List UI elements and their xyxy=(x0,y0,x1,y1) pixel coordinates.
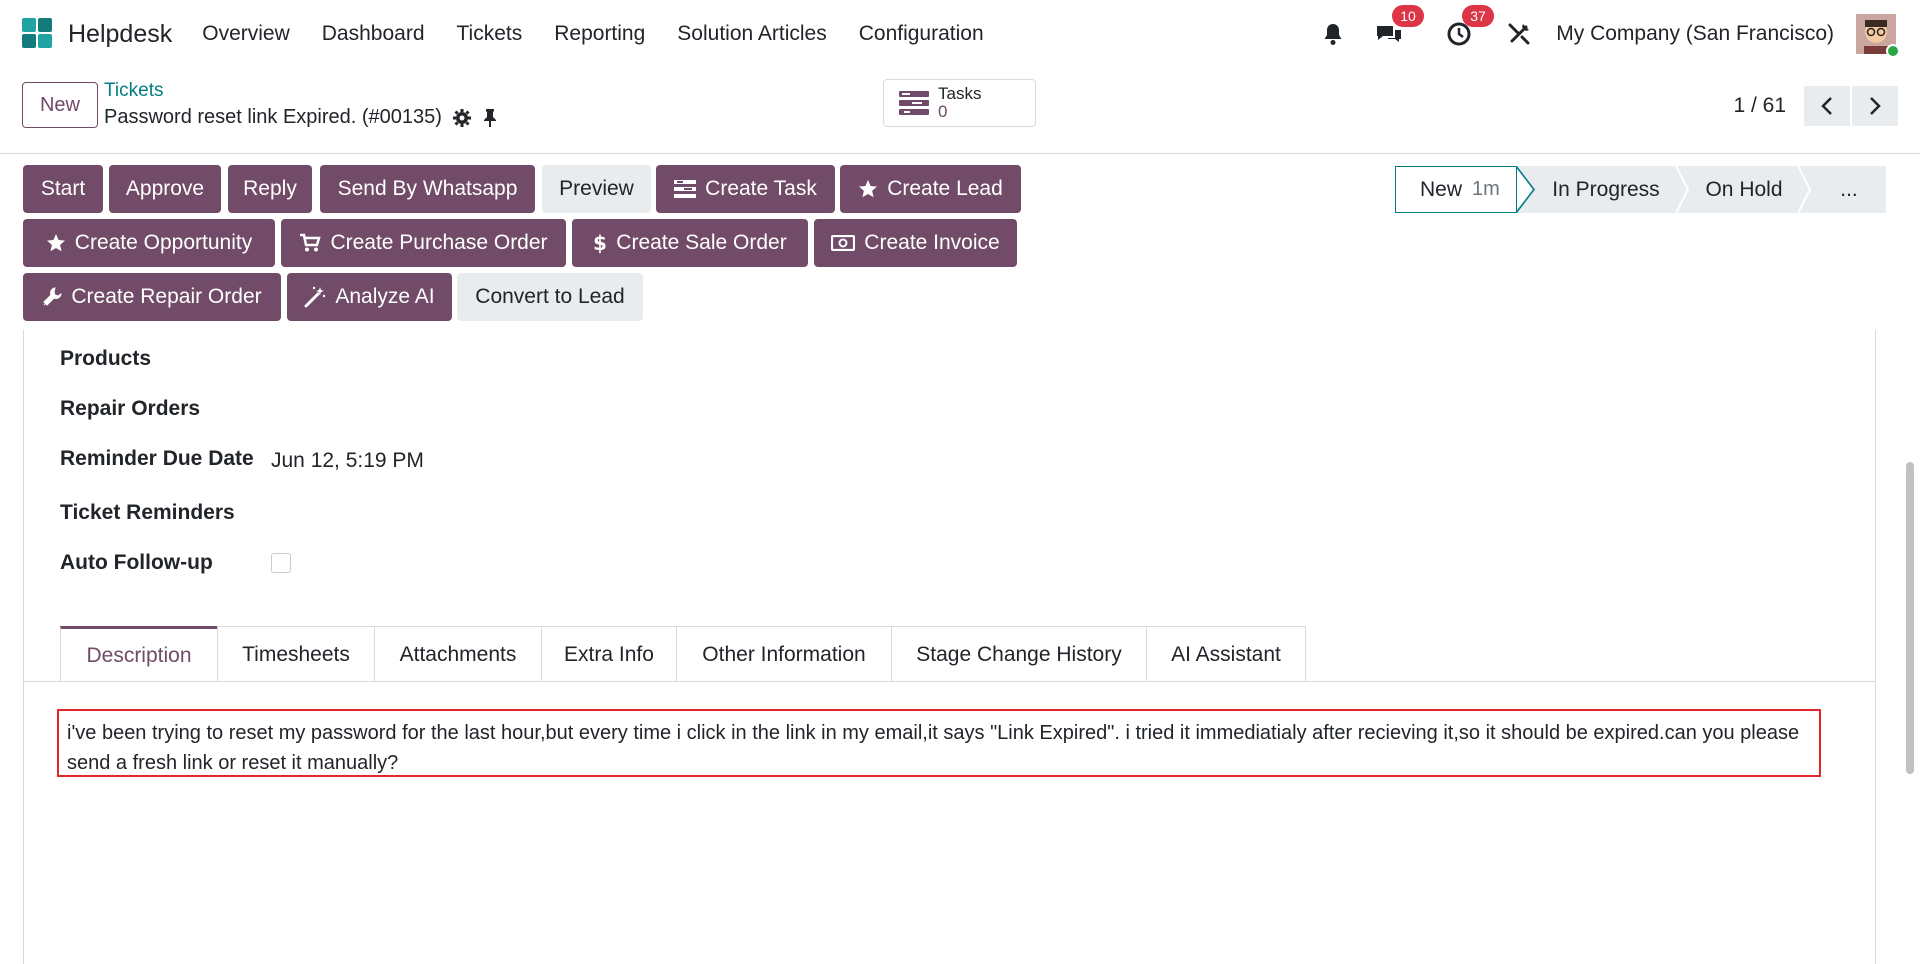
user-avatar[interactable] xyxy=(1856,14,1900,58)
send-by-whatsapp-button[interactable]: Send By Whatsapp xyxy=(320,165,535,213)
online-status-dot xyxy=(1886,44,1900,58)
create-repair-order-label: Create Repair Order xyxy=(71,285,262,308)
star-icon xyxy=(46,233,66,253)
repair-orders-label: Repair Orders xyxy=(60,397,201,420)
create-task-label: Create Task xyxy=(705,177,817,200)
notifications-bell[interactable] xyxy=(1318,19,1348,49)
tab-description[interactable]: Description xyxy=(60,626,218,682)
tab-timesheets[interactable]: Timesheets xyxy=(217,626,375,682)
tab-stage-change-history[interactable]: Stage Change History xyxy=(891,626,1147,682)
notebook-tabs: Description Timesheets Attachments Extra… xyxy=(60,626,1306,682)
tabs-divider xyxy=(24,681,1876,682)
pager-value[interactable]: 1 / 61 xyxy=(1733,94,1786,118)
record-pager: 1 / 61 xyxy=(1733,86,1898,126)
chevron-left-icon xyxy=(1821,97,1832,115)
tab-ai-assistant[interactable]: AI Assistant xyxy=(1146,626,1306,682)
app-brand[interactable]: Helpdesk xyxy=(22,18,172,50)
auto-followup-label: Auto Follow-up xyxy=(60,551,213,574)
menu-dashboard[interactable]: Dashboard xyxy=(322,22,425,46)
company-switcher[interactable]: My Company (San Francisco) xyxy=(1556,22,1834,46)
create-opportunity-label: Create Opportunity xyxy=(74,231,253,254)
create-repair-order-button[interactable]: Create Repair Order xyxy=(23,273,281,321)
tab-extra-info[interactable]: Extra Info xyxy=(541,626,677,682)
tasks-count: 0 xyxy=(938,102,948,121)
new-record-button[interactable]: New xyxy=(22,82,98,128)
stage-more-dropdown[interactable]: ... xyxy=(1812,166,1886,213)
page-scrollbar[interactable] xyxy=(1906,462,1914,774)
create-opportunity-button[interactable]: Create Opportunity xyxy=(23,219,275,267)
messages-button[interactable]: 10 xyxy=(1374,5,1424,49)
ticket-reminders-label: Ticket Reminders xyxy=(60,501,235,524)
analyze-ai-label: Analyze AI xyxy=(335,285,435,308)
tasks-smart-button[interactable]: Tasks 0 xyxy=(883,79,1036,127)
analyze-ai-button[interactable]: Analyze AI xyxy=(287,273,452,321)
reply-button[interactable]: Reply xyxy=(228,165,312,213)
create-task-button[interactable]: Create Task xyxy=(656,165,835,213)
reminder-due-date-field[interactable]: Jun 12, 5:19 PM xyxy=(271,449,424,473)
create-purchase-order-label: Create Purchase Order xyxy=(330,231,548,254)
create-purchase-order-button[interactable]: Create Purchase Order xyxy=(281,219,566,267)
svg-text:$: $ xyxy=(593,232,607,254)
preview-button[interactable]: Preview xyxy=(542,165,651,213)
tools-icon xyxy=(1508,23,1530,45)
dollar-icon: $ xyxy=(593,232,607,254)
stage-new-label: New xyxy=(1420,177,1463,201)
stage-arrow xyxy=(1676,166,1690,213)
tab-other-information[interactable]: Other Information xyxy=(676,626,892,682)
menu-tickets[interactable]: Tickets xyxy=(457,22,523,46)
menu-overview[interactable]: Overview xyxy=(202,22,290,46)
wrench-icon xyxy=(42,287,62,307)
bell-icon xyxy=(1324,24,1342,45)
chevron-right-icon xyxy=(1870,97,1881,115)
menu-solution-articles[interactable]: Solution Articles xyxy=(677,22,826,46)
convert-to-lead-button[interactable]: Convert to Lead xyxy=(457,273,643,321)
tasks-label: Tasks xyxy=(938,84,982,103)
stage-in-progress[interactable]: In Progress xyxy=(1536,166,1676,213)
stage-statusbar: New 1m In Progress On Hold ... xyxy=(1395,166,1886,213)
create-lead-button[interactable]: Create Lead xyxy=(840,165,1021,213)
auto-followup-checkbox[interactable] xyxy=(271,553,291,573)
reminder-due-date-label: Reminder Due Date xyxy=(60,447,254,470)
stage-arrow xyxy=(1516,166,1536,213)
helpdesk-logo-icon xyxy=(22,18,54,50)
tasks-icon xyxy=(899,91,929,115)
activities-button[interactable]: 37 xyxy=(1444,5,1494,49)
approve-button[interactable]: Approve xyxy=(109,165,221,213)
menu-configuration[interactable]: Configuration xyxy=(859,22,984,46)
money-bill-icon xyxy=(831,235,856,251)
activities-badge: 37 xyxy=(1462,5,1494,27)
main-menu: Overview Dashboard Tickets Reporting Sol… xyxy=(202,22,1015,46)
products-label: Products xyxy=(60,347,152,370)
create-invoice-label: Create Invoice xyxy=(864,231,1000,254)
tasks-icon xyxy=(674,180,697,198)
magic-wand-icon xyxy=(304,286,326,308)
control-panel: New Tickets Password reset link Expired.… xyxy=(0,68,1920,154)
stage-on-hold[interactable]: On Hold xyxy=(1690,166,1798,213)
app-name: Helpdesk xyxy=(68,19,173,48)
debug-tools-button[interactable] xyxy=(1504,19,1534,49)
create-invoice-button[interactable]: Create Invoice xyxy=(814,219,1017,267)
tab-attachments[interactable]: Attachments xyxy=(374,626,542,682)
create-lead-label: Create Lead xyxy=(887,177,1003,200)
pin-icon[interactable] xyxy=(482,108,498,128)
systray: 10 37 My Company (San Francisco) xyxy=(1318,0,1920,68)
stage-arrow xyxy=(1798,166,1812,213)
record-breadcrumb: Password reset link Expired. (#00135) xyxy=(104,106,498,129)
stage-new[interactable]: New 1m xyxy=(1395,166,1517,213)
pager-next-button[interactable] xyxy=(1852,86,1898,126)
create-sale-order-label: Create Sale Order xyxy=(616,231,787,254)
start-button[interactable]: Start xyxy=(23,165,103,213)
create-sale-order-button[interactable]: $ Create Sale Order xyxy=(572,219,808,267)
messages-badge: 10 xyxy=(1392,5,1424,27)
shopping-cart-icon xyxy=(299,233,322,253)
menu-reporting[interactable]: Reporting xyxy=(554,22,645,46)
star-icon xyxy=(858,179,878,199)
top-navbar: Helpdesk Overview Dashboard Tickets Repo… xyxy=(0,0,1920,68)
description-editor[interactable]: i've been trying to reset my password fo… xyxy=(57,709,1821,777)
record-title: Password reset link Expired. (#00135) xyxy=(104,106,442,128)
gear-icon[interactable] xyxy=(452,108,472,128)
pager-previous-button[interactable] xyxy=(1804,86,1850,126)
stage-duration: 1m xyxy=(1472,178,1500,200)
breadcrumb-tickets[interactable]: Tickets xyxy=(104,80,163,102)
